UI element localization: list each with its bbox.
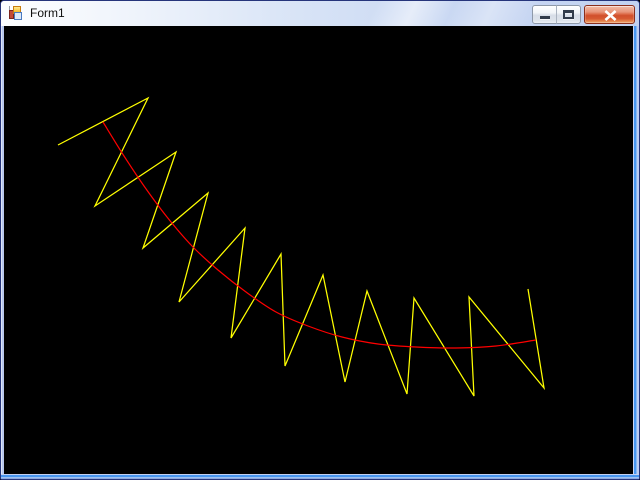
close-icon bbox=[604, 10, 617, 21]
window-border-bottom[interactable] bbox=[1, 474, 639, 479]
curve-path bbox=[103, 122, 536, 348]
maximize-icon bbox=[563, 10, 574, 19]
close-button[interactable] bbox=[584, 5, 635, 24]
drawing-canvas bbox=[4, 26, 633, 474]
window-border-right[interactable] bbox=[633, 26, 639, 474]
minimize-button[interactable] bbox=[532, 5, 557, 24]
form-window: Form1 bbox=[0, 0, 640, 480]
zigzag-polyline bbox=[58, 98, 544, 396]
client-area bbox=[4, 26, 633, 474]
maximize-button[interactable] bbox=[556, 5, 581, 24]
form-icon-blue-square bbox=[14, 12, 22, 20]
title-bar[interactable]: Form1 bbox=[1, 1, 639, 26]
form-icon[interactable] bbox=[8, 5, 24, 21]
window-title: Form1 bbox=[30, 6, 65, 20]
minimize-icon bbox=[540, 16, 550, 19]
